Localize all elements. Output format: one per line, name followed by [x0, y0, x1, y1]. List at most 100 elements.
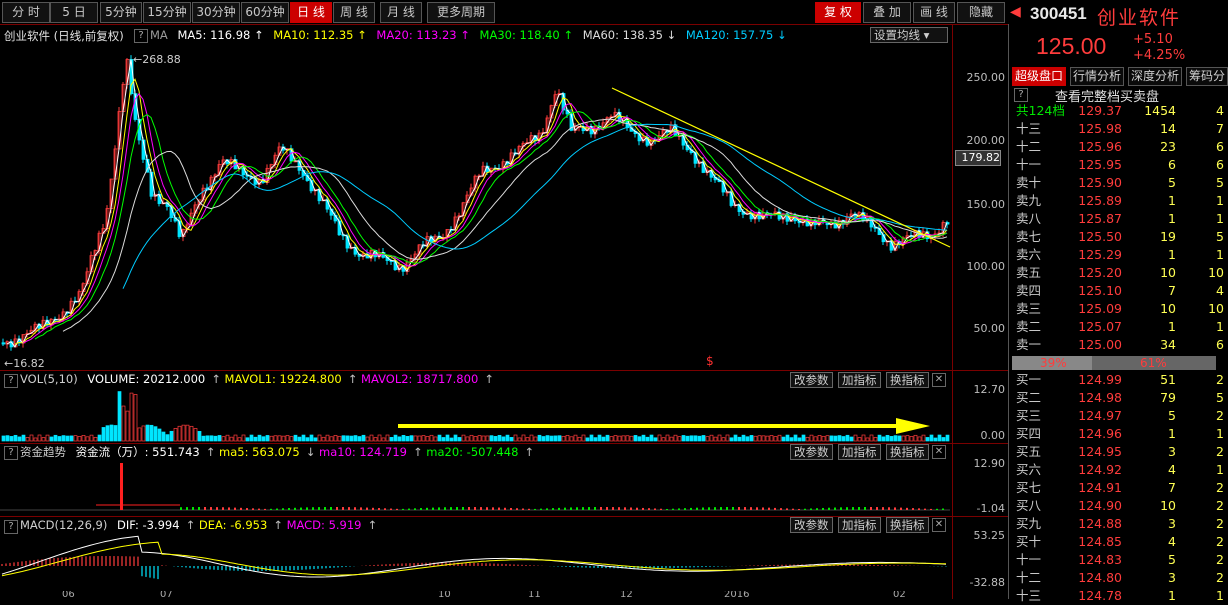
- bid-row[interactable]: 买四 124.96 1 1: [1014, 425, 1228, 443]
- candlestick-chart[interactable]: $: [0, 25, 952, 370]
- period-weekly-button[interactable]: 周 线: [333, 2, 375, 23]
- bid-row[interactable]: 买三 124.97 5 2: [1014, 407, 1228, 425]
- fund-flow-bar: [888, 507, 890, 510]
- period-intraday-button[interactable]: 分 时: [2, 2, 50, 23]
- ask-row[interactable]: 十三 125.98 14 7: [1014, 120, 1228, 138]
- order-book-total-row[interactable]: 共124档 129.37 1454 4: [1014, 102, 1228, 120]
- bid-row[interactable]: 买五 124.95 3 2: [1014, 443, 1228, 461]
- period-5day-button[interactable]: 5 日: [50, 2, 98, 23]
- fund-flow-bar: [882, 507, 884, 510]
- ask-row[interactable]: 卖九 125.89 1 1: [1014, 192, 1228, 210]
- hide-button[interactable]: 隐藏: [957, 2, 1005, 23]
- bid-row[interactable]: 买二 124.98 79 5: [1014, 389, 1228, 407]
- ask-row[interactable]: 卖八 125.87 1 1: [1014, 210, 1228, 228]
- fund-flow-bar: [234, 507, 236, 510]
- ratio-right: 61%: [1140, 356, 1167, 370]
- volume-bar: [937, 434, 942, 442]
- bid-row[interactable]: 买九 124.88 3 2: [1014, 515, 1228, 533]
- volume-bar: [5, 435, 10, 442]
- fund-flow-bar: [570, 507, 572, 510]
- overlay-button[interactable]: 叠 加: [863, 2, 911, 23]
- volume-bar: [925, 437, 930, 442]
- volume-bar: [773, 436, 778, 442]
- level-name: 买七: [1016, 480, 1042, 495]
- bid-row[interactable]: 买七 124.91 7 2: [1014, 479, 1228, 497]
- fund-flow-bar: [774, 507, 776, 510]
- period-5min-button[interactable]: 5分钟: [100, 2, 142, 23]
- volume-bar: [377, 434, 382, 442]
- level-price: 125.10: [1078, 283, 1122, 298]
- ask-row[interactable]: 卖四 125.10 7 4: [1014, 282, 1228, 300]
- volume-bar: [713, 436, 718, 442]
- back-arrow-icon[interactable]: ◀: [1010, 4, 1021, 20]
- level-volume: 1: [1168, 426, 1176, 441]
- volume-bar: [133, 394, 138, 442]
- fund-flow-bar: [222, 507, 224, 510]
- bid-row[interactable]: 买十 124.85 4 2: [1014, 533, 1228, 551]
- bid-row[interactable]: 买六 124.92 4 1: [1014, 461, 1228, 479]
- volume-bar: [325, 434, 330, 442]
- volume-bar: [685, 435, 690, 442]
- ask-row[interactable]: 卖六 125.29 1 1: [1014, 246, 1228, 264]
- period-60min-button[interactable]: 60分钟: [241, 2, 289, 23]
- close-icon[interactable]: ✕: [932, 373, 946, 387]
- bid-row[interactable]: 十三 124.78 1 1: [1014, 587, 1228, 605]
- ask-row[interactable]: 十二 125.96 23 6: [1014, 138, 1228, 156]
- fund-flow-bar: [756, 507, 758, 510]
- level-count: 2: [1216, 444, 1224, 459]
- ask-row[interactable]: 卖二 125.07 1 1: [1014, 318, 1228, 336]
- fund-add-indicator-button[interactable]: 加指标: [838, 444, 881, 460]
- fund-flow-bar: [432, 507, 434, 510]
- ask-row[interactable]: 卖三 125.09 10 10: [1014, 300, 1228, 318]
- close-icon[interactable]: ✕: [932, 445, 946, 459]
- fund-flow-bar: [306, 507, 308, 510]
- ask-row[interactable]: 卖一 125.00 34 6: [1014, 336, 1228, 354]
- tab-market-analysis[interactable]: 行情分析: [1070, 67, 1125, 86]
- period-daily-button[interactable]: 日 线: [290, 2, 332, 23]
- restore-rights-button[interactable]: 复 权: [815, 2, 861, 23]
- fund-flow-bar: [732, 507, 734, 510]
- tab-chips[interactable]: 筹码分: [1186, 67, 1228, 86]
- period-15min-button[interactable]: 15分钟: [143, 2, 191, 23]
- fund-flow-bar: [456, 507, 458, 510]
- ask-row[interactable]: 卖五 125.20 10 10: [1014, 264, 1228, 282]
- volume-bar: [185, 424, 190, 442]
- level-price: 124.91: [1078, 480, 1122, 495]
- volume-bar: [481, 435, 486, 442]
- period-monthly-button[interactable]: 月 线: [380, 2, 422, 23]
- level-count: 2: [1216, 372, 1224, 387]
- ask-row[interactable]: 卖十 125.90 5 5: [1014, 174, 1228, 192]
- volume-bar: [129, 392, 134, 442]
- help-icon[interactable]: ?: [1014, 88, 1028, 102]
- fund-flow-bar: [666, 508, 668, 510]
- tab-super-book[interactable]: 超级盘口: [1012, 67, 1067, 86]
- level-price: 124.80: [1078, 570, 1122, 585]
- ask-row[interactable]: 十一 125.95 6 6: [1014, 156, 1228, 174]
- bid-row[interactable]: 十二 124.80 3 2: [1014, 569, 1228, 587]
- fund-switch-indicator-button[interactable]: 换指标: [886, 444, 929, 460]
- volume-bar: [257, 434, 262, 442]
- fund-flow-bar: [660, 508, 662, 510]
- price-change: +5.10: [1133, 32, 1173, 47]
- level-price: 124.97: [1078, 408, 1122, 423]
- period-more-button[interactable]: 更多周期: [427, 2, 495, 23]
- y-tick: 0.00: [980, 429, 1006, 442]
- tab-depth-analysis[interactable]: 深度分析: [1128, 67, 1183, 86]
- draw-line-button[interactable]: 画 线: [913, 2, 955, 23]
- level-volume: 79: [1160, 390, 1176, 405]
- bid-row[interactable]: 买一 124.99 51 2: [1014, 371, 1228, 389]
- volume-bar: [697, 435, 702, 442]
- bid-row[interactable]: 买八 124.90 10 2: [1014, 497, 1228, 515]
- volume-bar: [477, 435, 482, 442]
- period-30min-button[interactable]: 30分钟: [192, 2, 240, 23]
- vol-volume-value: VOLUME: 20212.000: [87, 372, 206, 386]
- volume-bar: [37, 434, 42, 442]
- volume-bar: [389, 437, 394, 442]
- ask-row[interactable]: 卖七 125.50 19 5: [1014, 228, 1228, 246]
- help-icon[interactable]: ?: [4, 446, 18, 460]
- ma-line-10: [14, 78, 948, 345]
- fund-flow-bar: [912, 508, 914, 510]
- fund-flow-bar: [690, 507, 692, 510]
- fund-change-params-button[interactable]: 改参数: [790, 444, 833, 460]
- bid-row[interactable]: 十一 124.83 5 2: [1014, 551, 1228, 569]
